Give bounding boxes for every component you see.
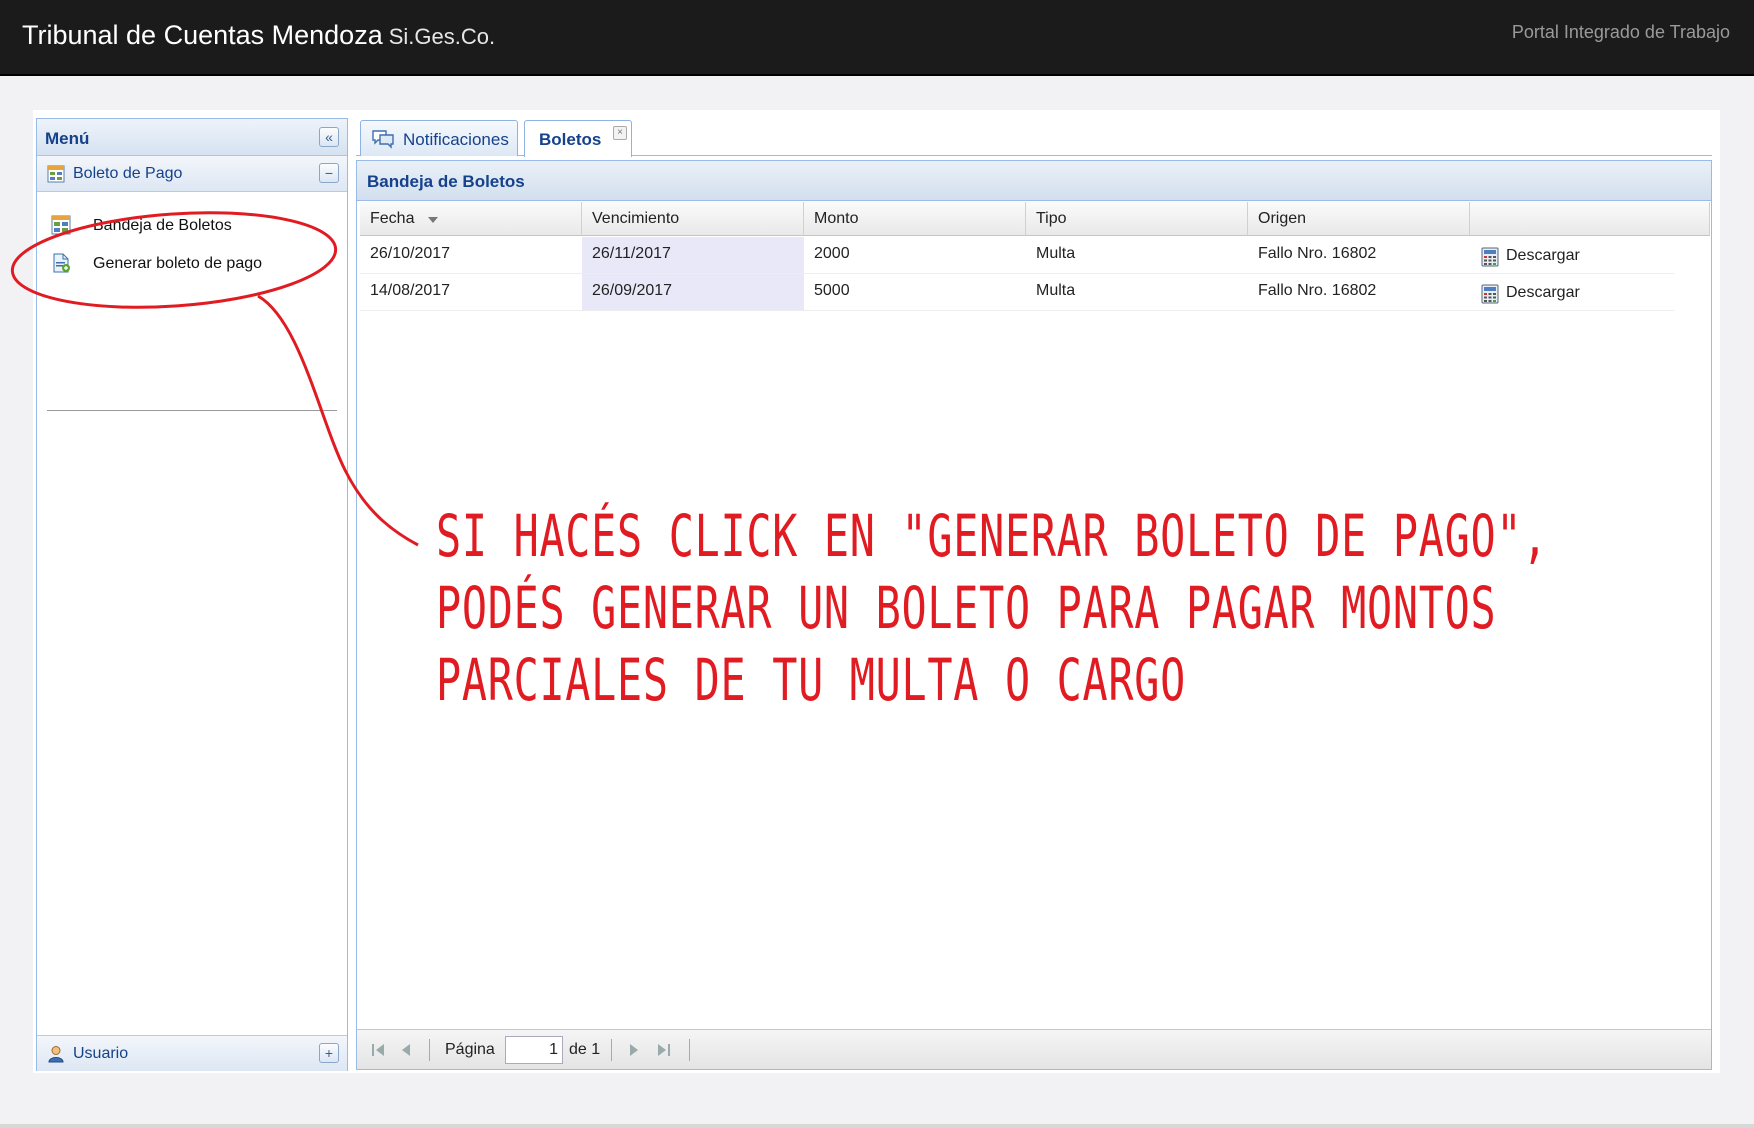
column-header-origen[interactable]: Origen <box>1248 202 1470 236</box>
cell-origen: Fallo Nro. 16802 <box>1248 237 1470 273</box>
menu-header: Menú « <box>37 119 347 156</box>
column-header-vencimiento[interactable]: Vencimiento <box>582 202 804 236</box>
grid-title: Bandeja de Boletos <box>367 172 525 191</box>
download-link[interactable]: Descargar <box>1470 237 1670 273</box>
brand-subtitle: Si.Ges.Co. <box>388 24 496 49</box>
menu-item-bandeja-de-boletos[interactable]: Bandeja de Boletos <box>51 211 331 241</box>
section-header-boleto-de-pago[interactable]: Boleto de Pago − <box>37 156 347 192</box>
page-number-input[interactable] <box>505 1036 563 1064</box>
table-row[interactable]: 26/10/2017 26/11/2017 2000 Multa Fallo N… <box>360 237 1674 274</box>
page-count-label: de 1 <box>569 1041 601 1058</box>
column-header-tipo[interactable]: Tipo <box>1026 202 1248 236</box>
grid-title-bar: Bandeja de Boletos <box>357 161 1711 201</box>
cell-text: Fallo Nro. 16802 <box>1258 245 1377 262</box>
tab-label: Notificaciones <box>403 130 509 149</box>
cell-text: Fallo Nro. 16802 <box>1258 282 1377 299</box>
cell-text: Multa <box>1036 245 1076 262</box>
page-label: Página <box>445 1041 495 1058</box>
tab-boletos[interactable]: Boletos × <box>524 120 632 157</box>
cell-monto: 5000 <box>804 274 1026 310</box>
collapse-section-button[interactable]: − <box>319 163 339 183</box>
calculator-icon <box>1481 284 1499 304</box>
annotation-text: Si hacés click en "Generar boleto de pag… <box>436 500 1549 716</box>
cell-vencimiento: 26/11/2017 <box>582 237 804 273</box>
pager-separator <box>429 1039 430 1061</box>
first-page-icon[interactable] <box>369 1041 387 1059</box>
download-label: Descargar <box>1506 247 1580 264</box>
cell-tipo: Multa <box>1026 274 1248 310</box>
menu-item-label: Generar boleto de pago <box>93 255 263 272</box>
cell-monto: 2000 <box>804 237 1026 273</box>
table-icon <box>47 165 65 183</box>
cell-tipo: Multa <box>1026 237 1248 273</box>
column-label: Tipo <box>1036 210 1067 227</box>
cell-text: 26/10/2017 <box>370 245 451 262</box>
download-label: Descargar <box>1506 284 1580 301</box>
app-title: Tribunal de Cuentas Mendoza Si.Ges.Co. <box>22 20 495 51</box>
previous-page-icon[interactable] <box>397 1041 415 1059</box>
menu-panel: Menú « Boleto de Pago − Bandeja de Bolet… <box>36 118 348 1071</box>
tab-label: Boletos <box>539 130 602 149</box>
section-header-usuario[interactable]: Usuario + <box>37 1035 347 1071</box>
tab-notificaciones[interactable]: Notificaciones <box>360 120 518 156</box>
pager-separator <box>611 1039 612 1061</box>
cell-vencimiento: 26/09/2017 <box>582 274 804 310</box>
table-icon <box>51 215 71 235</box>
pagination-toolbar: Página de 1 <box>357 1029 1711 1069</box>
last-page-icon[interactable] <box>655 1041 673 1059</box>
column-label: Monto <box>814 210 859 227</box>
annotation-line: Si hacés click en "Generar boleto de pag… <box>436 502 1549 570</box>
cell-fecha: 26/10/2017 <box>360 237 582 273</box>
cell-text: Multa <box>1036 282 1076 299</box>
speech-bubble-icon <box>372 130 394 149</box>
menu-separator <box>47 410 337 411</box>
cell-text: 26/09/2017 <box>592 282 673 299</box>
annotation-line: podés generar un boleto para pagar monto… <box>436 574 1497 642</box>
cell-text: 5000 <box>814 282 850 299</box>
new-document-icon <box>53 253 70 273</box>
cell-text: 14/08/2017 <box>370 282 451 299</box>
annotation-line: parciales de tu multa o cargo <box>436 646 1186 714</box>
cell-text: 2000 <box>814 245 850 262</box>
menu-item-label: Bandeja de Boletos <box>93 217 232 234</box>
user-icon <box>48 1046 64 1063</box>
calculator-icon <box>1481 247 1499 267</box>
top-bar: Tribunal de Cuentas Mendoza Si.Ges.Co. Po… <box>0 0 1754 76</box>
column-header-monto[interactable]: Monto <box>804 202 1026 236</box>
cell-fecha: 14/08/2017 <box>360 274 582 310</box>
bottom-border <box>0 1124 1754 1128</box>
tab-strip: Notificaciones Boletos × <box>356 118 1712 157</box>
sort-descending-icon <box>428 217 438 223</box>
portal-link[interactable]: Portal Integrado de Trabajo <box>1512 22 1730 43</box>
column-label: Origen <box>1258 210 1307 227</box>
cell-origen: Fallo Nro. 16802 <box>1248 274 1470 310</box>
pager-separator <box>689 1039 690 1061</box>
download-link[interactable]: Descargar <box>1470 274 1670 310</box>
cell-text: 26/11/2017 <box>592 245 671 262</box>
table-row[interactable]: 14/08/2017 26/09/2017 5000 Multa Fallo N… <box>360 274 1674 311</box>
column-header-fecha[interactable]: Fecha <box>360 202 582 236</box>
section-title: Usuario <box>73 1045 129 1062</box>
brand-name: Tribunal de Cuentas Mendoza <box>22 20 383 50</box>
collapse-menu-button[interactable]: « <box>319 127 339 147</box>
menu-item-generar-boleto[interactable]: Generar boleto de pago <box>51 249 331 279</box>
next-page-icon[interactable] <box>625 1041 643 1059</box>
section-title: Boleto de Pago <box>73 165 183 182</box>
column-label: Vencimiento <box>592 210 680 227</box>
column-label: Fecha <box>370 210 415 227</box>
menu-title: Menú <box>45 129 90 148</box>
expand-section-button[interactable]: + <box>319 1043 339 1063</box>
column-header-accion <box>1470 202 1710 236</box>
close-tab-icon[interactable]: × <box>613 126 627 140</box>
